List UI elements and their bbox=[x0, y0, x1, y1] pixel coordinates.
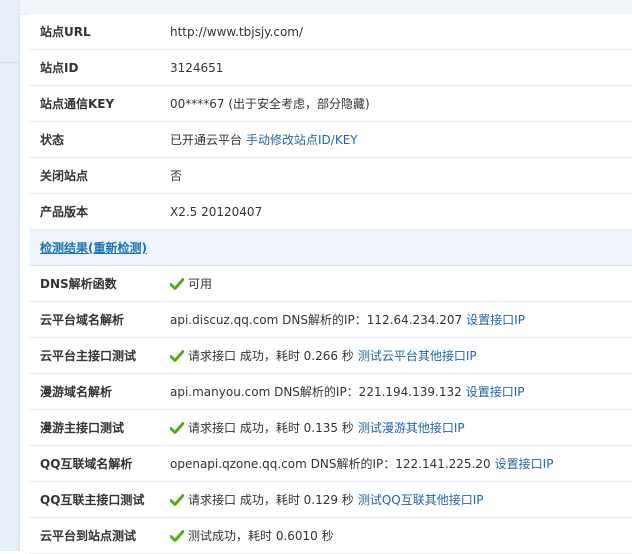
check-value-wrap: 请求接口 成功，耗时 0.266 秒 测试云平台其他接口IP bbox=[170, 347, 477, 364]
check-label: 云平台域名解析 bbox=[40, 313, 125, 327]
check-mark-icon bbox=[170, 349, 184, 362]
check-label: 漫游域名解析 bbox=[40, 385, 113, 399]
set-interface-ip-link[interactable]: 设置接口IP bbox=[466, 311, 525, 328]
info-row-close-site: 关闭站点 否 bbox=[29, 158, 632, 194]
info-label: 站点通信KEY bbox=[40, 97, 115, 111]
info-row-site-url: 站点URL http://www.tbjsjy.com/ bbox=[29, 14, 632, 50]
check-mark-icon bbox=[170, 493, 184, 506]
check-label: QQ互联域名解析 bbox=[40, 457, 133, 471]
check-value-wrap: 请求接口 成功，耗时 0.135 秒 测试漫游其他接口IP bbox=[170, 419, 465, 436]
check-value-wrap: 测试成功，耗时 0.6010 秒 bbox=[170, 527, 334, 544]
site-key-value: 00****67 (出于安全考虑，部分隐藏) bbox=[170, 97, 370, 111]
top-header-strip bbox=[20, 0, 632, 15]
info-row-product-version: 产品版本 X2.5 20120407 bbox=[29, 194, 632, 230]
check-row-cloud-main-api: 云平台主接口测试 请求接口 成功，耗时 0.266 秒 测试云平台其他接口IP bbox=[29, 338, 632, 374]
info-label: 关闭站点 bbox=[40, 169, 89, 183]
check-result-text: 请求接口 成功，耗时 0.266 秒 bbox=[188, 349, 354, 363]
check-result-text: 测试成功，耗时 0.6010 秒 bbox=[188, 529, 334, 543]
check-row-qq-connect-main-api: QQ互联主接口测试 请求接口 成功，耗时 0.129 秒 测试QQ互联其他接口I… bbox=[29, 482, 632, 518]
check-result-text: 可用 bbox=[188, 277, 213, 291]
info-label: 产品版本 bbox=[40, 205, 89, 219]
info-label: 站点ID bbox=[40, 61, 79, 75]
check-label: QQ互联主接口测试 bbox=[40, 493, 145, 507]
check-result-text: openapi.qzone.qq.com DNS解析的IP：122.141.22… bbox=[170, 457, 491, 471]
check-label: 云平台主接口测试 bbox=[40, 349, 137, 363]
left-sidebar-rail bbox=[0, 0, 20, 551]
check-result-text: api.manyou.com DNS解析的IP：221.194.139.132 bbox=[170, 385, 462, 399]
check-label: DNS解析函数 bbox=[40, 277, 117, 291]
sidebar-divider bbox=[0, 62, 19, 63]
site-id-value: 3124651 bbox=[170, 60, 224, 75]
info-label: 状态 bbox=[40, 133, 65, 147]
check-row-manyou-main-api: 漫游主接口测试 请求接口 成功，耗时 0.135 秒 测试漫游其他接口IP bbox=[29, 410, 632, 446]
check-value-wrap: 可用 bbox=[170, 275, 212, 292]
check-value-wrap: api.manyou.com DNS解析的IP：221.194.139.132 … bbox=[170, 383, 525, 400]
check-row-cloud-dns: 云平台域名解析 api.discuz.qq.com DNS解析的IP：112.6… bbox=[29, 302, 632, 338]
check-row-qq-connect-dns: QQ互联域名解析 openapi.qzone.qq.com DNS解析的IP：1… bbox=[29, 446, 632, 482]
section-header-check-results: 检测结果(重新检测) bbox=[29, 230, 632, 266]
check-value-wrap: 请求接口 成功，耗时 0.129 秒 测试QQ互联其他接口IP bbox=[170, 491, 483, 508]
check-row-dns-function: DNS解析函数 可用 bbox=[29, 266, 632, 302]
check-row-manyou-dns: 漫游域名解析 api.manyou.com DNS解析的IP：221.194.1… bbox=[29, 374, 632, 410]
set-interface-ip-link[interactable]: 设置接口IP bbox=[495, 455, 554, 472]
test-manyou-other-ip-link[interactable]: 测试漫游其他接口IP bbox=[358, 419, 465, 436]
edit-site-id-key-link[interactable]: 手动修改站点ID/KEY bbox=[246, 131, 358, 148]
check-mark-icon bbox=[170, 529, 184, 542]
check-mark-icon bbox=[170, 421, 184, 434]
status-value-wrap: 已开通云平台 手动修改站点ID/KEY bbox=[170, 131, 358, 148]
check-result-text: api.discuz.qq.com DNS解析的IP：112.64.234.20… bbox=[170, 313, 463, 327]
close-site-value: 否 bbox=[170, 169, 183, 183]
check-label: 漫游主接口测试 bbox=[40, 421, 125, 435]
info-row-status: 状态 已开通云平台 手动修改站点ID/KEY bbox=[29, 122, 632, 158]
test-qq-connect-other-ip-link[interactable]: 测试QQ互联其他接口IP bbox=[358, 491, 484, 508]
status-value: 已开通云平台 bbox=[170, 133, 243, 147]
info-row-site-key: 站点通信KEY 00****67 (出于安全考虑，部分隐藏) bbox=[29, 86, 632, 122]
site-url-value: http://www.tbjsjy.com/ bbox=[170, 24, 304, 39]
set-interface-ip-link[interactable]: 设置接口IP bbox=[466, 383, 525, 400]
check-mark-icon bbox=[170, 277, 184, 290]
product-version-value: X2.5 20120407 bbox=[170, 204, 263, 219]
check-result-text: 请求接口 成功，耗时 0.135 秒 bbox=[188, 421, 354, 435]
recheck-section-title-link[interactable]: 检测结果(重新检测) bbox=[40, 239, 147, 256]
cloud-platform-diagnostics-panel: 站点URL http://www.tbjsjy.com/ 站点ID 312465… bbox=[29, 14, 632, 554]
check-value-wrap: openapi.qzone.qq.com DNS解析的IP：122.141.22… bbox=[170, 455, 553, 472]
info-row-site-id: 站点ID 3124651 bbox=[29, 50, 632, 86]
check-result-text: 请求接口 成功，耗时 0.129 秒 bbox=[188, 493, 354, 507]
check-value-wrap: api.discuz.qq.com DNS解析的IP：112.64.234.20… bbox=[170, 311, 525, 328]
test-cloud-other-ip-link[interactable]: 测试云平台其他接口IP bbox=[358, 347, 477, 364]
check-label: 云平台到站点测试 bbox=[40, 529, 137, 543]
info-label: 站点URL bbox=[40, 25, 91, 39]
check-row-cloud-to-site: 云平台到站点测试 测试成功，耗时 0.6010 秒 bbox=[29, 518, 632, 554]
